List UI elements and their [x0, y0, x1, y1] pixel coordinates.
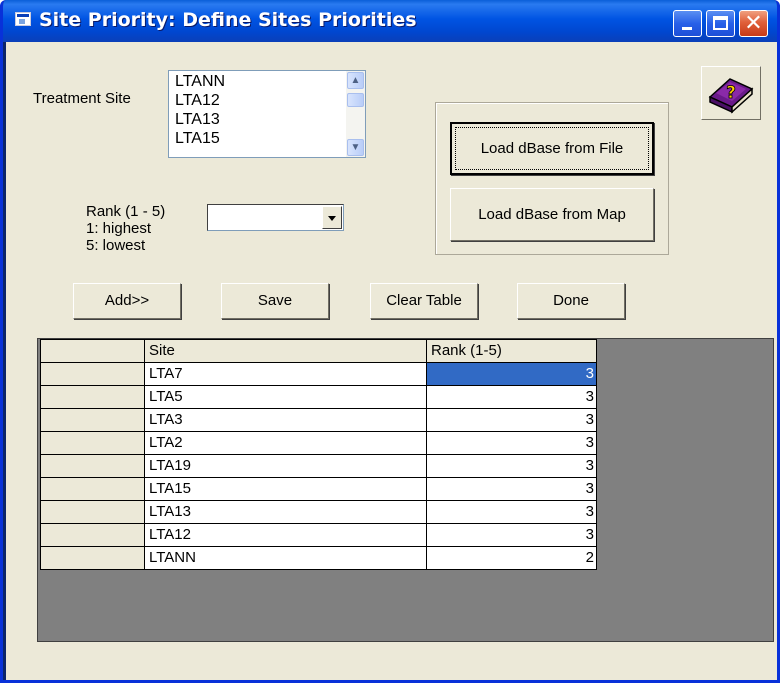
rank-cell[interactable]: 2 — [426, 546, 597, 570]
clear-table-button[interactable]: Clear Table — [370, 283, 478, 319]
list-item[interactable]: LTA12 — [175, 91, 225, 110]
row-header-cell[interactable] — [40, 523, 145, 547]
rank-cell[interactable]: 3 — [426, 500, 597, 524]
load-map-label: Load dBase from Map — [478, 206, 626, 223]
site-cell[interactable]: LTA7 — [144, 362, 427, 386]
help-book-icon: ? — [708, 78, 754, 114]
header-rank[interactable]: Rank (1-5) — [426, 339, 597, 363]
done-button[interactable]: Done — [517, 283, 625, 319]
list-item[interactable]: LTA13 — [175, 110, 225, 129]
row-header-cell[interactable] — [40, 431, 145, 455]
row-header-cell[interactable] — [40, 477, 145, 501]
scroll-thumb[interactable] — [347, 93, 364, 107]
focus-rect — [455, 127, 649, 170]
scroll-up-icon[interactable]: ▲ — [347, 72, 364, 89]
close-button[interactable]: ✕ — [739, 10, 768, 37]
window-title: Site Priority: Define Sites Priorities — [39, 9, 417, 31]
rank-cell[interactable]: 3 — [426, 454, 597, 478]
rank-cell[interactable]: 3 — [426, 523, 597, 547]
table-row[interactable]: LTA15 3 — [40, 477, 597, 501]
save-label: Save — [257, 292, 293, 309]
site-cell[interactable]: LTA19 — [144, 454, 427, 478]
table-header-row: Site Rank (1-5) — [40, 339, 597, 363]
dialog-body: Treatment Site LTANN LTA12 LTA13 LTA15 ▲… — [6, 42, 777, 680]
rank-cell[interactable]: 3 — [426, 408, 597, 432]
done-label: Done — [553, 292, 589, 309]
site-cell[interactable]: LTA15 — [144, 477, 427, 501]
maximize-icon — [713, 16, 728, 30]
header-site[interactable]: Site — [144, 339, 427, 363]
table-row[interactable]: LTA2 3 — [40, 431, 597, 455]
table-row[interactable]: LTANN 2 — [40, 546, 597, 570]
row-header-cell[interactable] — [40, 362, 145, 386]
svg-text:?: ? — [726, 83, 736, 103]
site-cell[interactable]: LTA5 — [144, 385, 427, 409]
site-cell[interactable]: LTA12 — [144, 523, 427, 547]
list-item[interactable]: LTANN — [175, 72, 225, 91]
close-icon: ✕ — [744, 11, 763, 36]
header-fixed-cell — [40, 339, 145, 363]
rank-cell[interactable]: 3 — [426, 385, 597, 409]
save-button[interactable]: Save — [221, 283, 329, 319]
list-item[interactable]: LTA15 — [175, 129, 225, 148]
row-header-cell[interactable] — [40, 546, 145, 570]
rank-hint-lowest: 5: lowest — [86, 237, 146, 254]
site-cell[interactable]: LTANN — [144, 546, 427, 570]
dropdown-arrow-icon[interactable] — [322, 206, 342, 229]
table-row[interactable]: LTA3 3 — [40, 408, 597, 432]
title-bar[interactable]: Site Priority: Define Sites Priorities ✕ — [3, 0, 777, 42]
clear-table-label: Clear Table — [386, 292, 462, 309]
minimize-button[interactable] — [673, 10, 702, 37]
rank-combobox[interactable] — [207, 204, 344, 231]
scroll-down-icon[interactable]: ▼ — [347, 139, 364, 156]
table-row[interactable]: LTA13 3 — [40, 500, 597, 524]
maximize-button[interactable] — [706, 10, 735, 37]
app-icon[interactable] — [15, 12, 31, 26]
row-header-cell[interactable] — [40, 408, 145, 432]
table-row[interactable]: LTA5 3 — [40, 385, 597, 409]
site-cell[interactable]: LTA3 — [144, 408, 427, 432]
load-dbase-from-map-button[interactable]: Load dBase from Map — [450, 188, 654, 241]
priority-table: Site Rank (1-5) LTA7 3 LTA5 3 LTA3 3 LTA… — [40, 339, 597, 570]
rank-cell[interactable]: 3 — [426, 477, 597, 501]
rank-label: Rank (1 - 5) — [86, 203, 166, 220]
site-priority-grid[interactable]: Site Rank (1-5) LTA7 3 LTA5 3 LTA3 3 LTA… — [37, 338, 774, 642]
load-dbase-from-file-button[interactable]: Load dBase from File — [450, 122, 654, 175]
row-header-cell[interactable] — [40, 500, 145, 524]
rank-cell[interactable]: 3 — [426, 431, 597, 455]
row-header-cell[interactable] — [40, 454, 145, 478]
table-row[interactable]: LTA12 3 — [40, 523, 597, 547]
help-button[interactable]: ? — [701, 66, 761, 120]
rank-hint-highest: 1: highest — [86, 220, 152, 237]
row-header-cell[interactable] — [40, 385, 145, 409]
treatment-site-label: Treatment Site — [33, 90, 131, 107]
rank-cell-selected[interactable]: 3 — [426, 362, 597, 386]
add-button[interactable]: Add>> — [73, 283, 181, 319]
add-label: Add>> — [104, 292, 150, 309]
site-cell[interactable]: LTA2 — [144, 431, 427, 455]
minimize-icon — [682, 27, 692, 30]
table-row[interactable]: LTA19 3 — [40, 454, 597, 478]
table-row[interactable]: LTA7 3 — [40, 362, 597, 386]
listbox-scrollbar[interactable]: ▲ ▼ — [346, 71, 365, 157]
treatment-site-listbox[interactable]: LTANN LTA12 LTA13 LTA15 ▲ ▼ — [168, 70, 366, 158]
site-cell[interactable]: LTA13 — [144, 500, 427, 524]
site-priority-window: Site Priority: Define Sites Priorities ✕… — [0, 0, 780, 683]
